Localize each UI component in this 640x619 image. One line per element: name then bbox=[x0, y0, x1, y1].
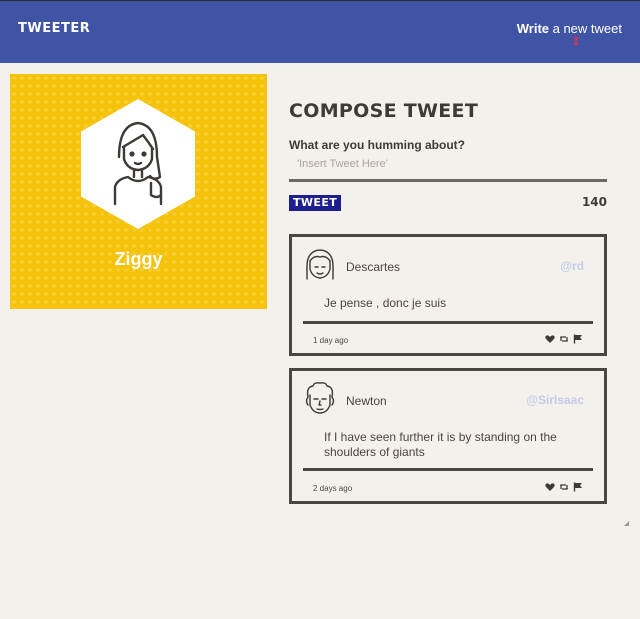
write-new-tweet-link[interactable]: Write a new tweet bbox=[517, 21, 622, 36]
profile-name: Ziggy bbox=[114, 249, 163, 269]
tweet-text: If I have seen further it is by standing… bbox=[324, 430, 557, 459]
tweet-divider bbox=[303, 468, 593, 471]
compose-question: What are you humming about? bbox=[289, 138, 465, 152]
compose-divider bbox=[289, 179, 607, 182]
tweet-actions bbox=[545, 334, 583, 344]
tweet-handle[interactable]: @SirIsaac bbox=[526, 393, 584, 407]
tweet-card: Descartes @rd Je pense , donc je suis 1 … bbox=[289, 234, 607, 356]
tweet-divider bbox=[303, 321, 593, 324]
tweet-timestamp: 1 day ago bbox=[313, 336, 349, 345]
tweet-text: Je pense , donc je suis bbox=[324, 296, 447, 310]
tweet-handle[interactable]: @rd bbox=[560, 259, 584, 273]
tweet-card: Newton @SirIsaac If I have seen further … bbox=[289, 368, 607, 504]
tweet-input[interactable] bbox=[297, 156, 597, 172]
profile-avatar bbox=[81, 99, 195, 229]
write-link-text: a new tweet bbox=[549, 21, 622, 36]
user-avatar-icon bbox=[305, 382, 335, 414]
profile-card: Ziggy bbox=[10, 74, 267, 309]
user-avatar-icon bbox=[306, 249, 334, 280]
retweet-icon[interactable] bbox=[559, 334, 569, 344]
resize-grip-icon[interactable] bbox=[622, 519, 630, 527]
tweet-author: Newton bbox=[346, 394, 387, 408]
retweet-icon[interactable] bbox=[559, 482, 569, 492]
tweet-submit-button[interactable]: TWEET bbox=[289, 195, 342, 211]
app-logo[interactable]: TWEETER bbox=[18, 21, 90, 36]
flag-icon[interactable] bbox=[573, 334, 583, 344]
flag-icon[interactable] bbox=[573, 482, 583, 492]
heart-icon[interactable] bbox=[545, 482, 555, 492]
tweet-actions bbox=[545, 482, 583, 492]
compose-title: COMPOSE TWEET bbox=[289, 100, 479, 122]
compose-panel: COMPOSE TWEET What are you humming about… bbox=[289, 100, 607, 172]
tweet-timestamp: 2 days ago bbox=[313, 484, 353, 493]
tweet-author: Descartes bbox=[346, 260, 401, 274]
char-counter: 140 bbox=[581, 195, 607, 209]
write-link-bold: Write bbox=[516, 21, 549, 36]
top-nav-bar: TWEETER Write a new tweet bbox=[0, 0, 640, 63]
compose-arrows-icon[interactable] bbox=[570, 35, 582, 47]
heart-icon[interactable] bbox=[545, 334, 555, 344]
